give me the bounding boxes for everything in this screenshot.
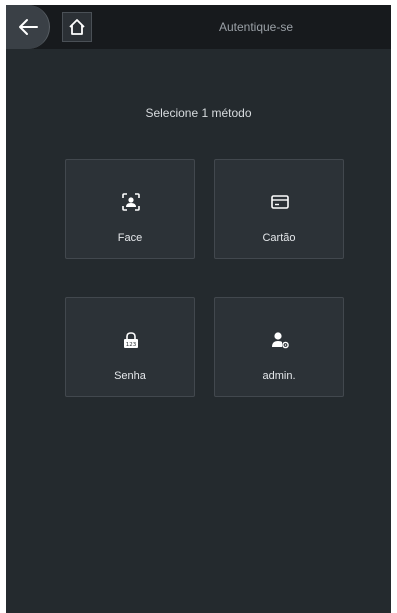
top-bar: Autentique-se [6,5,391,49]
admin-method-button[interactable]: admin. [214,297,344,397]
face-icon [122,193,140,211]
card-icon [271,195,289,209]
admin-label: admin. [262,370,296,382]
card-label: Cartão [262,232,296,244]
admin-user-icon [272,332,289,349]
face-method-button[interactable]: Face [65,159,195,259]
device-screen: Autentique-se Selecione 1 método Face Ca… [6,5,391,613]
back-arrow-icon [19,19,38,35]
card-method-button[interactable]: Cartão [214,159,344,259]
home-button[interactable] [62,12,92,42]
password-method-button[interactable]: 123 Senha [65,297,195,397]
home-icon [69,19,85,35]
face-label: Face [117,232,143,244]
password-lock-icon: 123 [124,332,138,348]
page-title: Autentique-se [218,20,294,34]
password-label: Senha [114,370,146,382]
method-prompt: Selecione 1 método [145,106,252,120]
svg-text:123: 123 [126,342,137,348]
back-button[interactable] [6,5,50,49]
